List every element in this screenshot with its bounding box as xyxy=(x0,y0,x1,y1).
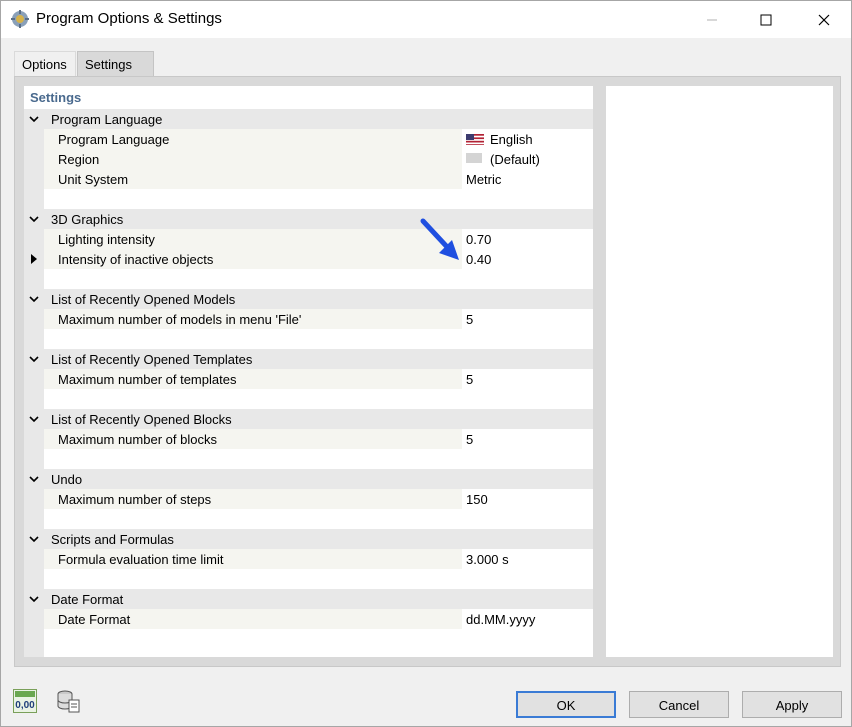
category-recent-templates[interactable]: List of Recently Opened Templates xyxy=(24,349,593,369)
category-label: Scripts and Formulas xyxy=(51,532,174,547)
group-spacer xyxy=(44,509,593,529)
selected-row-marker-icon xyxy=(31,254,37,264)
category-recent-models[interactable]: List of Recently Opened Models xyxy=(24,289,593,309)
property-row-max-blocks[interactable]: Maximum number of blocks 5 xyxy=(24,429,593,449)
property-row-date-format[interactable]: Date Format dd.MM.yyyy xyxy=(24,609,593,629)
chevron-down-icon xyxy=(29,596,39,603)
property-value: dd.MM.yyyy xyxy=(466,612,536,627)
property-name-cell xyxy=(44,149,462,169)
category-recent-blocks[interactable]: List of Recently Opened Blocks xyxy=(24,409,593,429)
property-value: 5 xyxy=(466,372,474,387)
property-row-region[interactable]: Region (Default) xyxy=(24,149,593,169)
property-grid: Settings Program Language Program Langua… xyxy=(24,86,593,657)
units-icon-text: 0,00 xyxy=(15,700,35,711)
property-row-intensity-inactive-objects[interactable]: Intensity of inactive objects 0.40 xyxy=(24,249,593,269)
property-name: Region xyxy=(58,152,100,167)
property-name: Program Language xyxy=(58,132,170,147)
chevron-down-icon xyxy=(29,116,39,123)
blue-arrow-icon xyxy=(420,218,459,260)
database-icon[interactable] xyxy=(56,689,80,713)
category-label: Program Language xyxy=(51,112,163,127)
property-value-cell[interactable] xyxy=(462,309,593,329)
property-name: Maximum number of blocks xyxy=(58,432,217,447)
chevron-down-icon xyxy=(29,296,39,303)
group-spacer xyxy=(44,569,593,589)
group-spacer xyxy=(44,329,593,349)
cancel-button[interactable]: Cancel xyxy=(629,691,729,718)
close-button[interactable] xyxy=(801,1,847,38)
tab-options[interactable]: Options xyxy=(14,51,76,76)
category-program-language[interactable]: Program Language xyxy=(24,109,593,129)
group-spacer xyxy=(44,189,593,209)
blank-region-icon xyxy=(466,153,482,163)
chevron-down-icon xyxy=(29,356,39,363)
property-value: 5 xyxy=(466,432,474,447)
chevron-down-icon xyxy=(29,536,39,543)
category-label: List of Recently Opened Templates xyxy=(51,352,253,367)
property-row-lighting-intensity[interactable]: Lighting intensity 0.70 xyxy=(24,229,593,249)
property-name: Maximum number of templates xyxy=(58,372,237,387)
property-name: Lighting intensity xyxy=(58,232,155,247)
property-row-max-templates[interactable]: Maximum number of templates 5 xyxy=(24,369,593,389)
property-value: 3.000 s xyxy=(466,552,509,567)
minimize-icon xyxy=(707,19,717,20)
tab-settings[interactable]: Settings xyxy=(77,51,154,76)
group-spacer xyxy=(44,269,593,289)
property-row-max-steps[interactable]: Maximum number of steps 150 xyxy=(24,489,593,509)
property-value: 0.70 xyxy=(466,232,492,247)
us-flag-icon xyxy=(466,134,484,145)
title-bar: Program Options & Settings xyxy=(1,1,851,38)
property-name: Intensity of inactive objects xyxy=(58,252,214,267)
maximize-icon xyxy=(760,14,772,25)
property-value-cell[interactable] xyxy=(462,429,593,449)
property-value: Metric xyxy=(466,172,502,187)
description-panel xyxy=(606,86,833,657)
category-undo[interactable]: Undo xyxy=(24,469,593,489)
program-options-window: Program Options & Settings Options Setti… xyxy=(0,0,852,727)
units-icon[interactable]: 0,00 xyxy=(13,689,37,713)
chevron-down-icon xyxy=(29,476,39,483)
property-name: Maximum number of models in menu 'File' xyxy=(58,312,302,327)
category-label: List of Recently Opened Models xyxy=(51,292,236,307)
category-label: 3D Graphics xyxy=(51,212,124,227)
category-date-format[interactable]: Date Format xyxy=(24,589,593,609)
property-value: English xyxy=(490,132,533,147)
property-value: (Default) xyxy=(490,152,540,167)
property-row-formula-time-limit[interactable]: Formula evaluation time limit 3.000 s xyxy=(24,549,593,569)
group-spacer xyxy=(44,449,593,469)
category-label: List of Recently Opened Blocks xyxy=(51,412,232,427)
property-name: Maximum number of steps xyxy=(58,492,212,507)
property-row-max-models[interactable]: Maximum number of models in menu 'File' … xyxy=(24,309,593,329)
property-name: Formula evaluation time limit xyxy=(58,552,224,567)
property-row-program-language[interactable]: Program Language English xyxy=(24,129,593,149)
grid-header: Settings xyxy=(24,86,593,109)
property-value-cell[interactable] xyxy=(462,369,593,389)
group-spacer xyxy=(44,389,593,409)
gear-cube-icon xyxy=(11,10,29,28)
grid-header-label: Settings xyxy=(30,90,82,105)
close-icon xyxy=(818,14,830,25)
window-title: Program Options & Settings xyxy=(36,10,222,27)
property-name: Unit System xyxy=(58,172,129,187)
minimize-button[interactable] xyxy=(689,1,735,38)
property-value: 150 xyxy=(466,492,488,507)
property-value: 5 xyxy=(466,312,474,327)
chevron-down-icon xyxy=(29,216,39,223)
property-name: Date Format xyxy=(58,612,131,627)
category-scripts-formulas[interactable]: Scripts and Formulas xyxy=(24,529,593,549)
property-value: 0.40 xyxy=(466,252,492,267)
group-spacer xyxy=(44,629,593,649)
ok-button[interactable]: OK xyxy=(516,691,616,718)
property-row-unit-system[interactable]: Unit System Metric xyxy=(24,169,593,189)
category-label: Date Format xyxy=(51,592,124,607)
apply-button[interactable]: Apply xyxy=(742,691,842,718)
category-3d-graphics[interactable]: 3D Graphics xyxy=(24,209,593,229)
chevron-down-icon xyxy=(29,416,39,423)
category-label: Undo xyxy=(51,472,83,487)
maximize-button[interactable] xyxy=(743,1,789,38)
